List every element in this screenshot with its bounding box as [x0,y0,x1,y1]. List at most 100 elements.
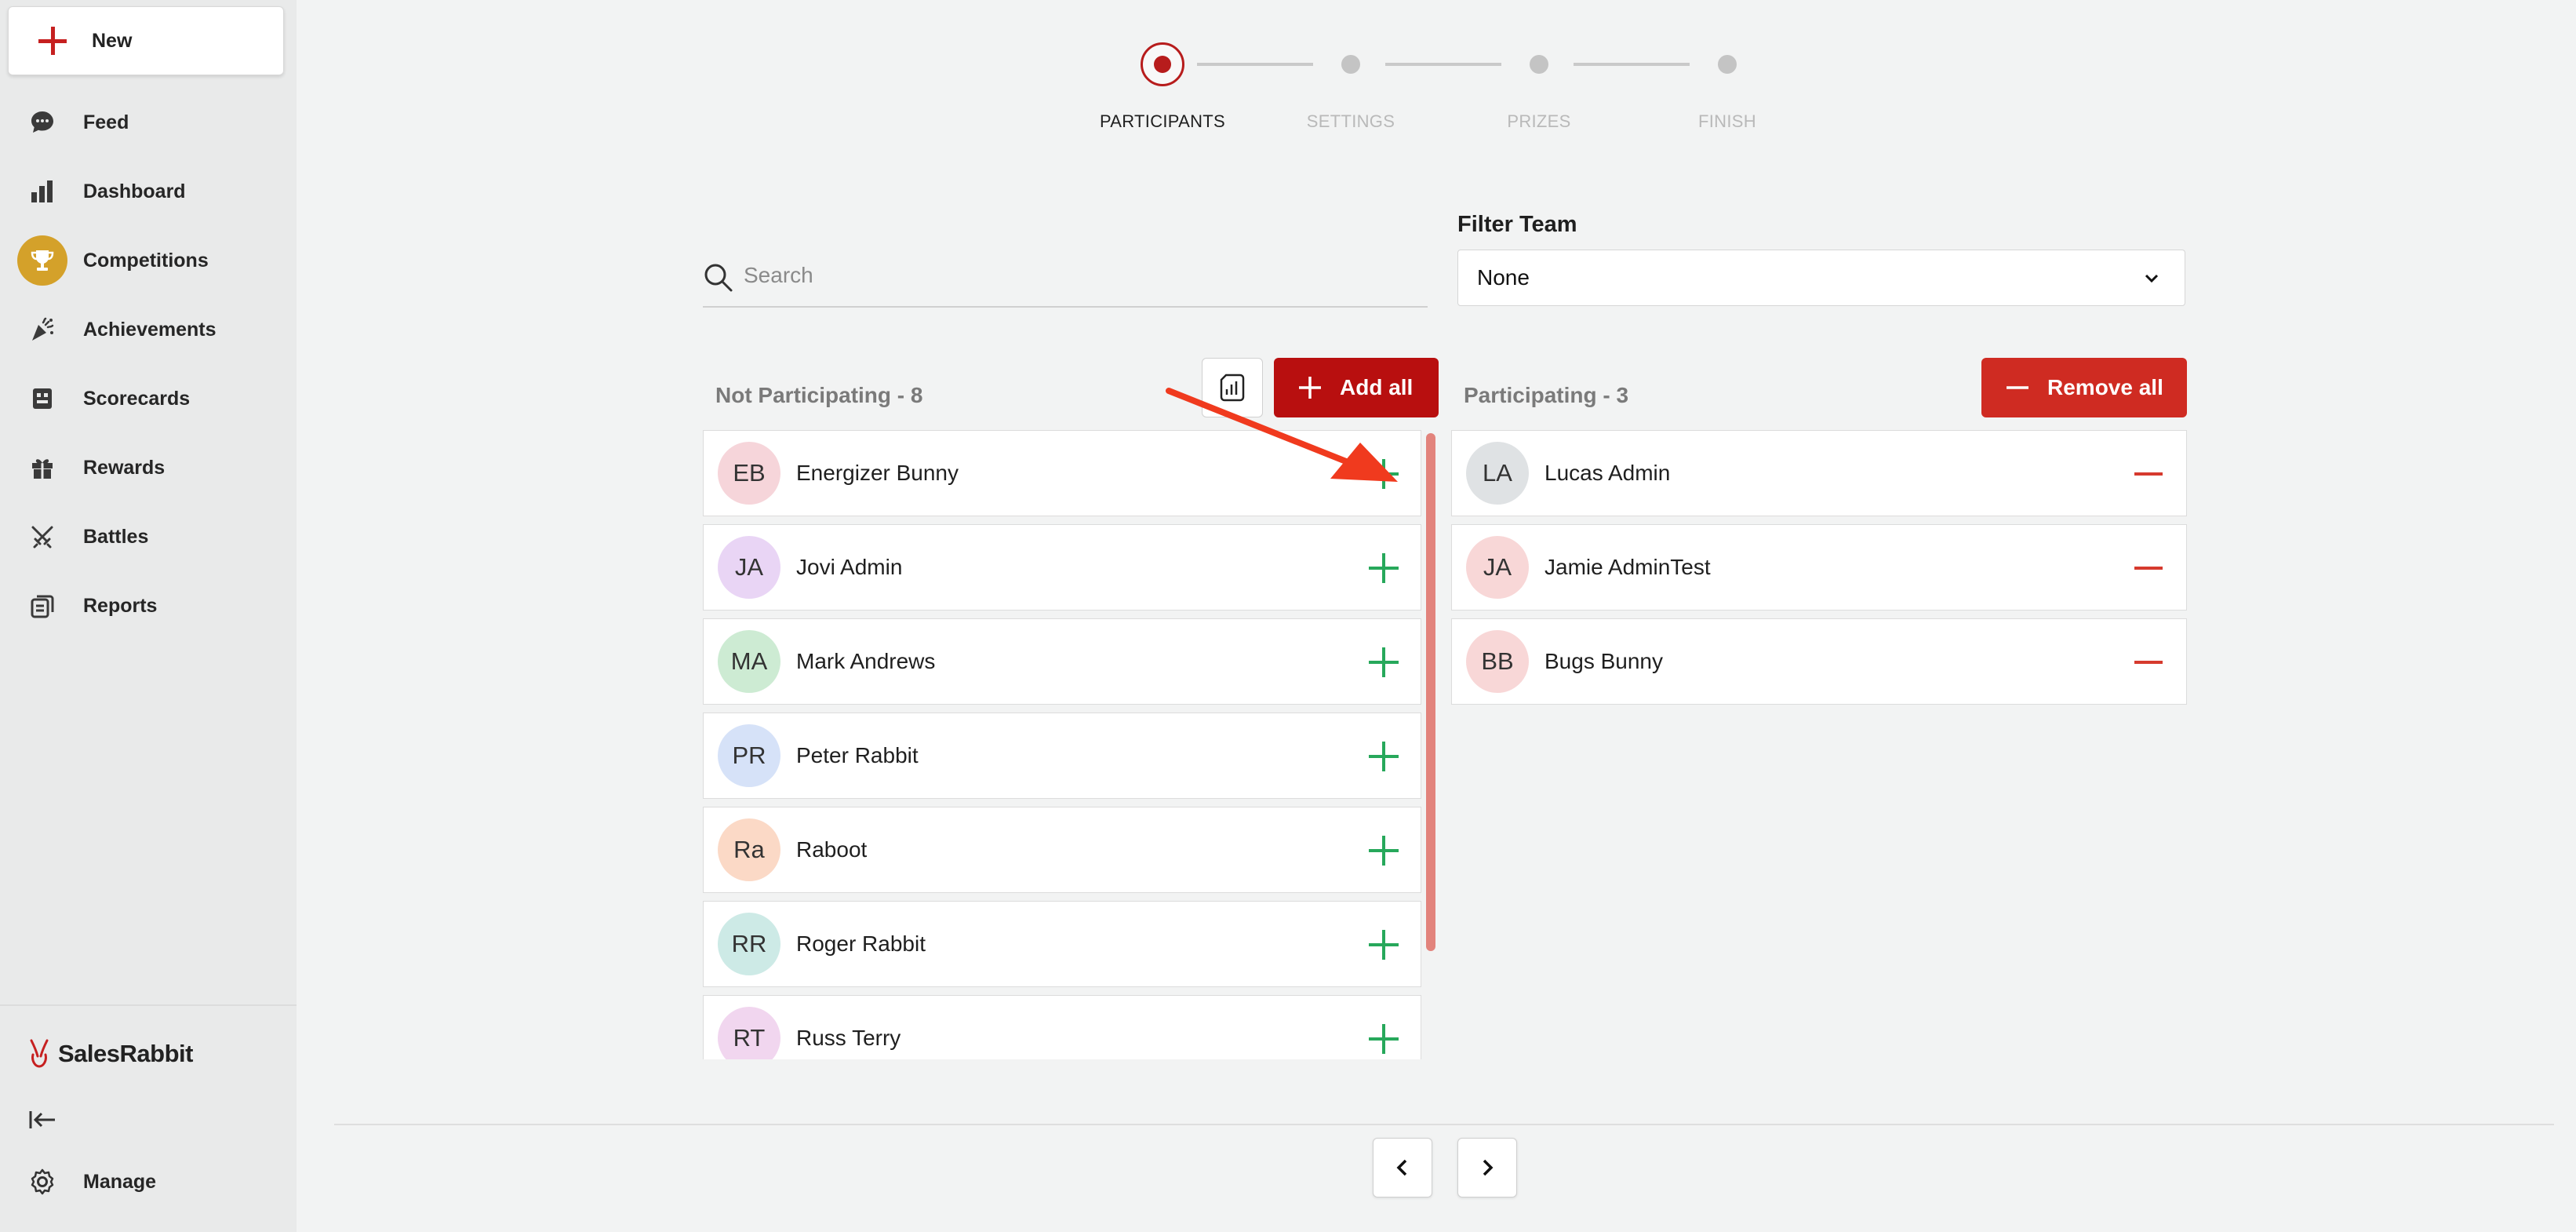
footer-divider [334,1124,2554,1125]
chat-bubble-icon [17,97,67,148]
avatar: Ra [718,818,780,881]
trophy-icon [17,235,67,286]
add-participant-button[interactable] [1369,742,1399,771]
new-button[interactable]: New [8,6,284,75]
add-participant-button[interactable] [1369,836,1399,866]
add-participant-button[interactable] [1369,1024,1399,1054]
step-indicator [1718,55,1737,74]
step-connector [1385,63,1501,66]
minus-icon [2007,386,2028,389]
sidebar-item-rewards[interactable]: Rewards [0,433,297,502]
add-participant-button[interactable] [1369,647,1399,677]
sidebar-item-label: Reports [83,594,158,617]
list-item: LA Lucas Admin [1451,430,2187,516]
plus-icon [38,27,67,55]
step-label-settings: SETTINGS [1306,111,1395,131]
filter-team-select[interactable]: None [1457,250,2185,306]
step-indicator [1530,55,1548,74]
sidebar-item-dashboard[interactable]: Dashboard [0,157,297,226]
person-name: Lucas Admin [1545,461,1671,485]
list-item: RR Roger Rabbit [703,901,1421,987]
participating-title: Participating - 3 [1464,383,1629,407]
chevron-down-icon [2145,274,2159,283]
search-bar [703,248,1428,308]
remove-participant-button[interactable] [2134,553,2164,583]
person-name: Energizer Bunny [796,461,959,485]
remove-all-label: Remove all [2047,375,2163,399]
search-input[interactable] [744,256,1410,295]
avatar: PR [718,724,780,787]
step-label-finish: FINISH [1698,111,1756,131]
list-item: Ra Raboot [703,807,1421,893]
sidebar-item-label: Competitions [83,249,209,272]
collapse-sidebar-button[interactable] [28,1108,58,1135]
sidebar-item-label: Feed [83,111,129,133]
next-step-button[interactable] [1457,1138,1517,1197]
rabbit-logo-icon [30,1039,49,1068]
gift-icon [17,443,67,493]
person-name: Bugs Bunny [1545,649,1663,673]
chevron-right-icon [1483,1159,1494,1176]
list-item: RT Russ Terry [703,995,1421,1059]
list-item: JA Jovi Admin [703,524,1421,611]
report-icon [17,581,67,631]
sidebar-item-feed[interactable]: Feed [0,88,297,157]
manage-button[interactable]: Manage [28,1168,156,1196]
wizard-stepper: PARTICIPANTS SETTINGS PRIZES FINISH [1082,39,1773,141]
bar-chart-icon [17,166,67,217]
person-name: Mark Andrews [796,649,936,673]
sidebar-item-achievements[interactable]: Achievements [0,295,297,364]
person-name: Raboot [796,837,868,862]
not-participating-list: EB Energizer Bunny JA Jovi Admin MA Mark… [703,430,1421,1059]
remove-all-button[interactable]: Remove all [1981,358,2187,417]
avatar: RT [718,1007,780,1059]
sidebar: New Feed Dashboard Competitions Achievem… [0,0,297,1232]
new-button-label: New [92,29,133,52]
avatar: JA [1466,536,1529,599]
remove-participant-button[interactable] [2134,459,2164,489]
sidebar-item-label: Achievements [83,318,216,341]
avatar: LA [1466,442,1529,505]
sidebar-item-scorecards[interactable]: Scorecards [0,364,297,433]
confetti-icon [17,304,67,355]
remove-participant-button[interactable] [2134,647,2164,677]
crossed-swords-icon [17,512,67,562]
avatar: BB [1466,630,1529,693]
sidebar-item-battles[interactable]: Battles [0,502,297,571]
avatar: EB [718,442,780,505]
participating-list: LA Lucas Admin JA Jamie AdminTest BB Bug… [1451,430,2187,713]
person-name: Jamie AdminTest [1545,555,1711,579]
avatar: MA [718,630,780,693]
search-icon [704,264,733,292]
list-item: JA Jamie AdminTest [1451,524,2187,611]
annotation-arrow-icon [1166,388,1398,482]
step-label-prizes: PRIZES [1507,111,1571,131]
main-nav: Feed Dashboard Competitions Achievements… [0,88,297,640]
person-name: Peter Rabbit [796,743,919,767]
step-label-participants: PARTICIPANTS [1099,111,1226,131]
add-participant-button[interactable] [1369,553,1399,583]
add-participant-button[interactable] [1369,930,1399,960]
collapse-arrow-icon [29,1111,55,1128]
person-name: Roger Rabbit [796,931,926,956]
manage-label: Manage [83,1170,157,1193]
step-connector [1197,63,1313,66]
sidebar-item-reports[interactable]: Reports [0,571,297,640]
brand-name: SalesRabbit [58,1040,193,1067]
gear-icon [31,1168,54,1195]
sidebar-item-competitions[interactable]: Competitions [0,226,297,295]
sidebar-item-label: Scorecards [83,387,191,410]
avatar: RR [718,913,780,975]
not-participating-title: Not Participating - 8 [715,383,923,407]
previous-step-button[interactable] [1373,1138,1432,1197]
list-scrollbar[interactable] [1426,433,1435,951]
list-item: MA Mark Andrews [703,618,1421,705]
avatar: JA [718,536,780,599]
sidebar-item-label: Dashboard [83,180,186,202]
step-connector [1574,63,1690,66]
filter-team-label: Filter Team [1457,212,1577,237]
brand-logo: SalesRabbit [28,1039,193,1069]
filter-team-value: None [1477,265,1530,290]
step-current-indicator [1141,42,1184,86]
sidebar-footer: SalesRabbit Manage [0,1004,297,1195]
